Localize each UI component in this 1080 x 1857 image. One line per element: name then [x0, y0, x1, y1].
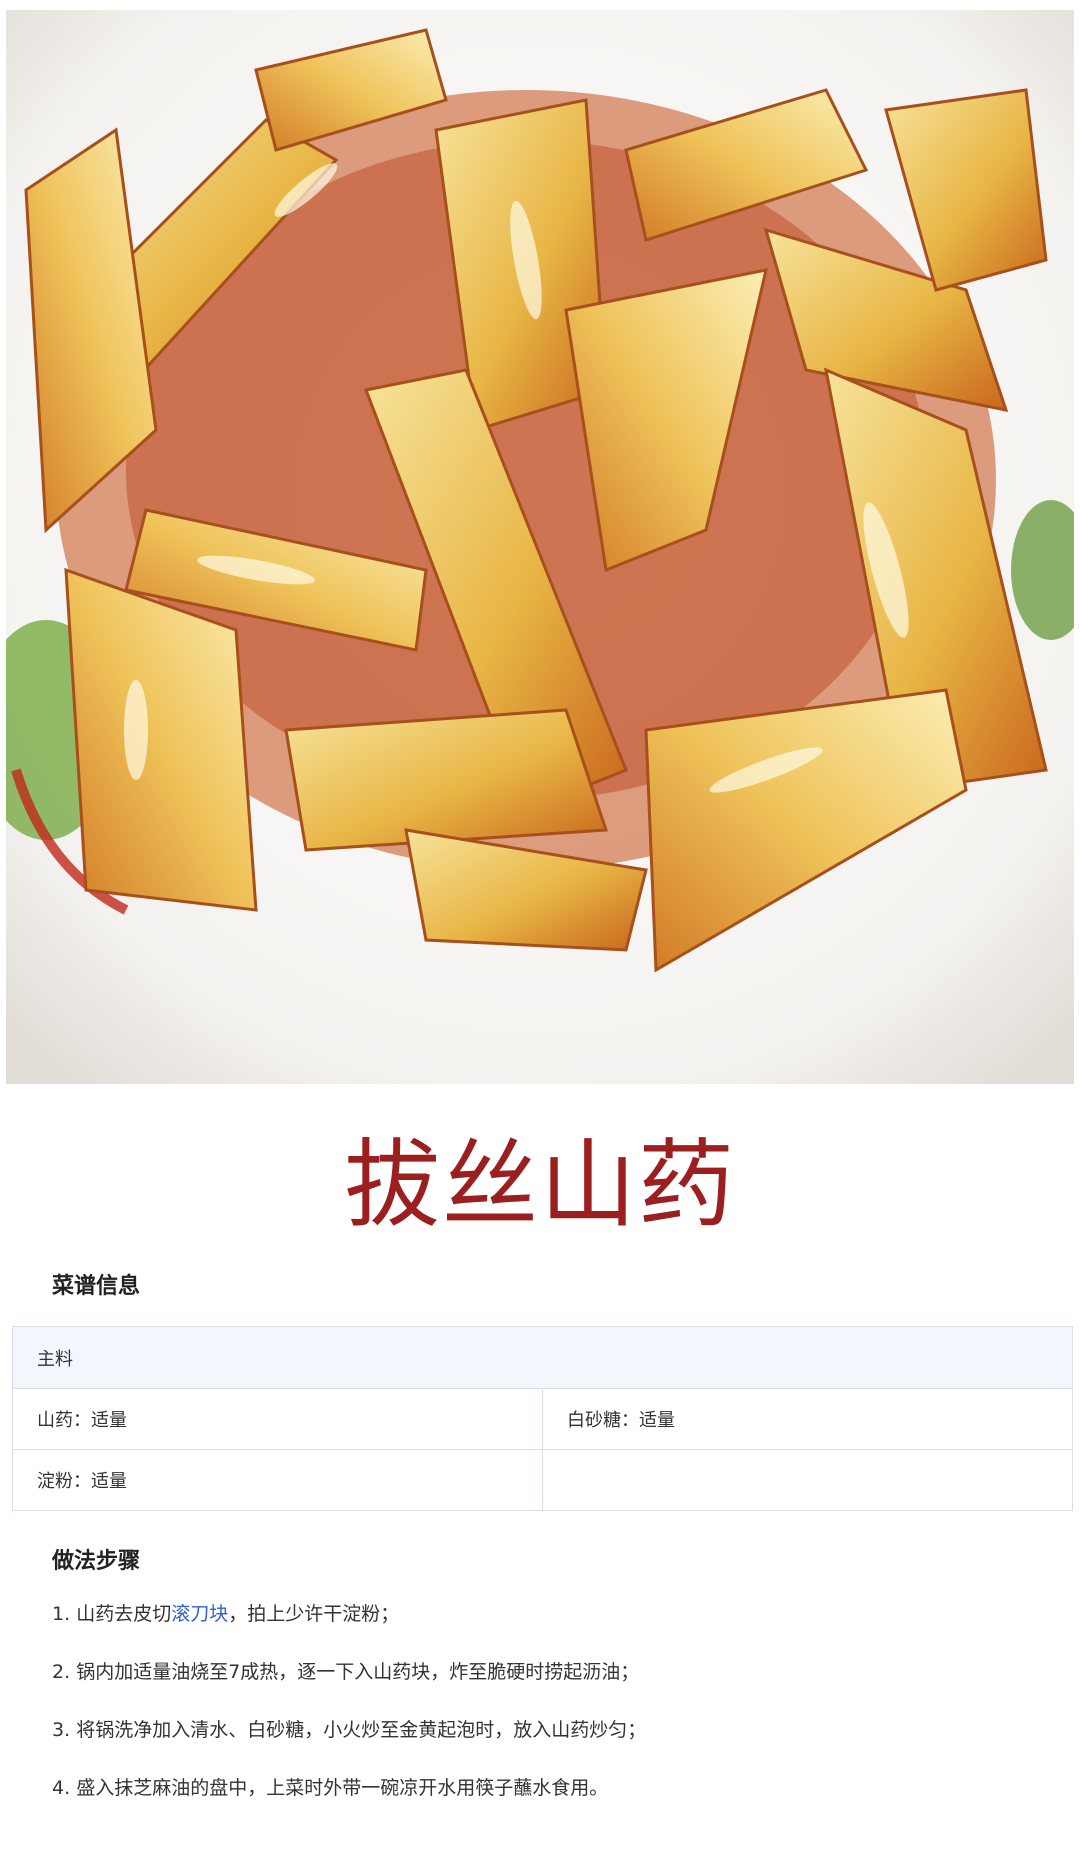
step-item: 2. 锅内加适量油烧至7成热，逐一下入山药块，炸至脆硬时捞起沥油； [52, 1657, 1052, 1715]
step-number: 1. [52, 1603, 71, 1625]
dish-photo [6, 10, 1074, 1084]
ingredient-cell-empty [542, 1450, 1072, 1510]
ingredients-table: 主料 山药：适量 白砂糖：适量 淀粉：适量 [12, 1326, 1073, 1511]
ingredients-table-header: 主料 [13, 1327, 1072, 1388]
step-text: 锅内加适量油烧至7成热，逐一下入山药块，炸至脆硬时捞起沥油； [76, 1661, 640, 1683]
recipe-title: 拔丝山药 [344, 1129, 736, 1241]
step-number: 4. [52, 1777, 71, 1799]
step-item: 3. 将锅洗净加入清水、白砂糖，小火炒至金黄起泡时，放入山药炒匀； [52, 1715, 1052, 1773]
step-text: 将锅洗净加入清水、白砂糖，小火炒至金黄起泡时，放入山药炒匀； [76, 1719, 647, 1741]
step-item: 1. 山药去皮切滚刀块，拍上少许干淀粉； [52, 1599, 1052, 1657]
step-text: ，拍上少许干淀粉； [228, 1603, 400, 1625]
step-number: 3. [52, 1719, 71, 1741]
gundao-kuai-link[interactable]: 滚刀块 [171, 1603, 228, 1625]
table-row: 山药：适量 白砂糖：适量 [13, 1388, 1072, 1449]
ingredient-cell: 淀粉：适量 [37, 1471, 127, 1492]
dish-photo-illustration [6, 10, 1074, 1084]
ingredient-cell: 山药：适量 [37, 1410, 127, 1431]
ingredient-cell: 白砂糖：适量 [542, 1389, 1072, 1449]
step-text: 山药去皮切 [76, 1603, 172, 1625]
steps-heading: 做法步骤 [52, 1549, 141, 1574]
recipe-info-heading: 菜谱信息 [52, 1274, 141, 1299]
steps-list: 1. 山药去皮切滚刀块，拍上少许干淀粉； 2. 锅内加适量油烧至7成热，逐一下入… [52, 1599, 1052, 1831]
step-text: 盛入抹芝麻油的盘中，上菜时外带一碗凉开水用筷子蘸水食用。 [76, 1777, 609, 1799]
step-item: 4. 盛入抹芝麻油的盘中，上菜时外带一碗凉开水用筷子蘸水食用。 [52, 1773, 1052, 1831]
main-ingredients-label: 主料 [37, 1348, 73, 1370]
table-row: 淀粉：适量 [13, 1449, 1072, 1510]
step-number: 2. [52, 1661, 71, 1683]
